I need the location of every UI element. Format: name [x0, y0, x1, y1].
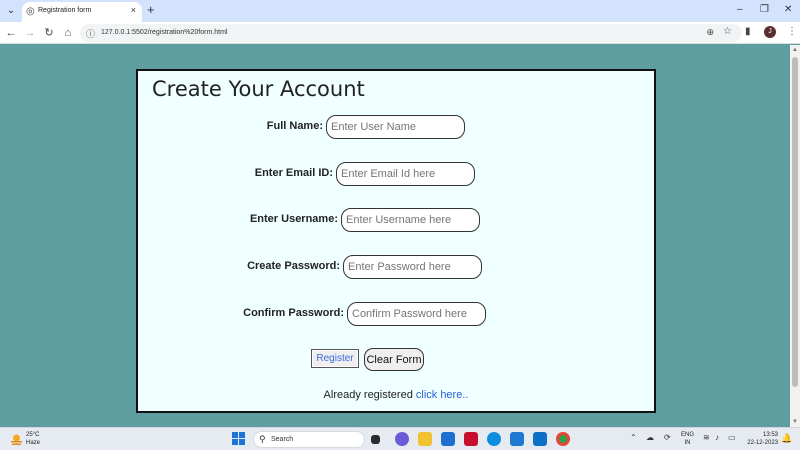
globe-icon: ◎ [26, 6, 35, 17]
address-bar[interactable]: ⓘ 127.0.0.1:5502/registration%20form.htm… [80, 24, 742, 42]
username-label: Enter Username: [249, 213, 338, 225]
notification-bell-icon[interactable]: 🔔 [781, 433, 792, 444]
weather-haze-icon[interactable] [10, 433, 23, 446]
weather-condition: Haze [26, 440, 41, 446]
forward-icon[interactable]: → [23, 26, 37, 40]
site-info-icon[interactable]: ⓘ [86, 27, 95, 40]
click-here-link[interactable]: click here.. [416, 389, 469, 401]
email-input[interactable] [336, 162, 475, 186]
language-code: ENG [681, 432, 695, 438]
clock-date: 22-12-2023 [747, 440, 778, 446]
edge-icon[interactable] [487, 432, 501, 446]
email-label: Enter Email ID: [254, 167, 333, 179]
create-password-label: Create Password: [247, 260, 340, 272]
scroll-down-icon[interactable]: ▼ [792, 419, 798, 425]
maximize-button[interactable]: ❐ [760, 4, 769, 15]
full-name-row: Full Name: [138, 115, 654, 139]
username-input[interactable] [341, 208, 480, 232]
username-row: Enter Username: [138, 208, 654, 232]
back-icon[interactable]: ← [4, 26, 18, 40]
full-name-label: Full Name: [266, 120, 323, 132]
store-icon[interactable] [441, 432, 455, 446]
language-indicator[interactable]: ENG IN [681, 431, 694, 447]
tab-title: Registration form [38, 7, 92, 14]
cloud-icon[interactable]: ☁ [646, 433, 654, 442]
windows-start-icon[interactable] [232, 432, 245, 445]
app-icon[interactable] [510, 432, 524, 446]
zoom-icon[interactable]: ⊕ [706, 27, 714, 38]
create-password-row: Create Password: [138, 255, 654, 279]
page-title: Create Your Account [152, 77, 365, 101]
tab-search-icon[interactable]: ⌄ [3, 3, 19, 19]
scroll-up-icon[interactable]: ▲ [792, 47, 798, 53]
sync-icon[interactable]: ⟳ [664, 433, 671, 442]
show-hidden-icons[interactable]: ⌃ [630, 433, 637, 442]
region-code: IN [684, 440, 691, 446]
confirm-password-row: Confirm Password: [138, 302, 654, 326]
register-button[interactable]: Register [311, 349, 359, 368]
full-name-input[interactable] [326, 115, 465, 139]
tab-strip: ⌄ ◎ Registration form × + – ❐ ✕ [0, 0, 800, 22]
page-scrollbar[interactable]: ▲ ▼ [790, 45, 800, 427]
search-icon: ⚲ [259, 434, 266, 444]
wifi-icon[interactable]: ≋ [703, 433, 710, 442]
browser-toolbar: ← → ↻ ⌂ ⓘ 127.0.0.1:5502/registration%20… [0, 22, 800, 44]
tab-registration-form[interactable]: ◎ Registration form × [22, 2, 142, 22]
url-text: 127.0.0.1:5502/registration%20form.html [101, 29, 228, 36]
already-registered-text: Already registered click here.. [138, 389, 654, 401]
close-window-button[interactable]: ✕ [784, 4, 792, 15]
clear-form-button[interactable]: Clear Form [364, 348, 424, 371]
battery-icon[interactable]: ▭ [728, 433, 736, 442]
confirm-password-input[interactable] [347, 302, 486, 326]
taskbar-search[interactable]: ⚲ Search [253, 431, 365, 448]
temperature: 25°C [26, 432, 40, 438]
create-password-input[interactable] [343, 255, 482, 279]
menu-icon[interactable]: ⋮ [787, 26, 797, 37]
email-row: Enter Email ID: [138, 162, 654, 186]
confirm-password-label: Confirm Password: [243, 307, 344, 319]
bookmark-star-icon[interactable]: ☆ [723, 26, 732, 37]
home-icon[interactable]: ⌂ [61, 26, 75, 40]
taskbar: 25°C Haze ⚲ Search ⌃ ☁ ⟳ ENG IN ≋ ♪ ▭ 13… [0, 427, 800, 450]
mcafee-icon[interactable] [464, 432, 478, 446]
reload-icon[interactable]: ↻ [42, 26, 56, 40]
side-panel-icon[interactable]: ▮ [745, 26, 751, 37]
copilot-icon[interactable] [395, 432, 409, 446]
taskbar-search-label: Search [271, 436, 294, 443]
close-tab-icon[interactable]: × [131, 5, 136, 15]
registration-form: Create Your Account Full Name: Enter Ema… [136, 69, 656, 413]
clock[interactable]: 13:53 22-12-2023 [744, 431, 778, 447]
new-tab-button[interactable]: + [147, 2, 155, 17]
profile-avatar[interactable]: J [764, 26, 776, 38]
minimize-button[interactable]: – [737, 4, 743, 15]
clock-time: 13:53 [762, 432, 778, 438]
weather-widget[interactable]: 25°C Haze [26, 431, 40, 447]
volume-icon[interactable]: ♪ [715, 433, 719, 442]
scrollbar-thumb[interactable] [792, 57, 798, 387]
file-explorer-icon[interactable] [418, 432, 432, 446]
already-registered-label: Already registered [323, 389, 416, 401]
task-view-icon[interactable] [371, 435, 380, 444]
vscode-icon[interactable] [533, 432, 547, 446]
chrome-icon[interactable] [556, 432, 570, 446]
